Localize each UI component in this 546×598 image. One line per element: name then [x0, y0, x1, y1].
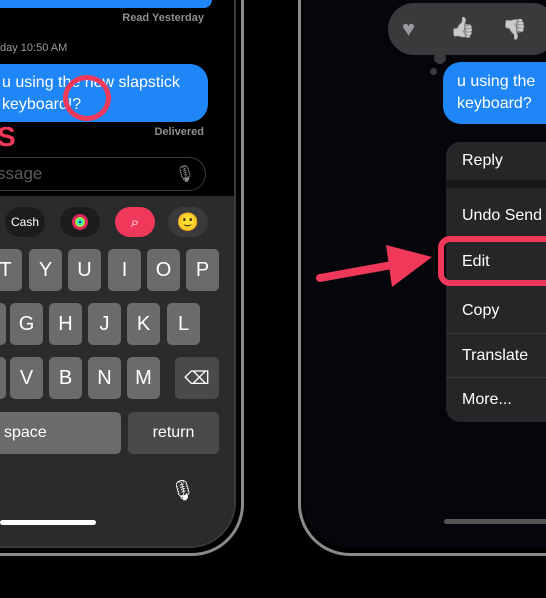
- arrow-shaft: [316, 261, 396, 282]
- arrow-head: [386, 245, 432, 287]
- annotation-arrow: [316, 245, 432, 287]
